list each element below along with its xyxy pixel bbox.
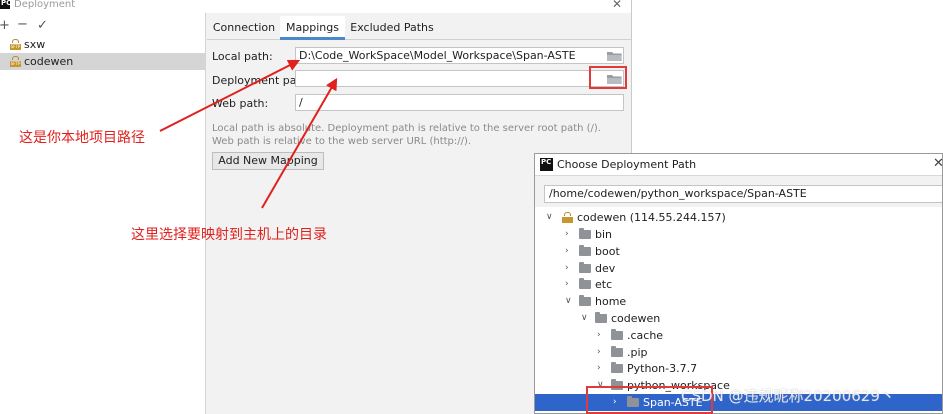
local-path-annotation: 这是你本地项目路径 <box>19 130 145 146</box>
arrow-to-local-path <box>159 59 301 132</box>
arrow-to-deployment-path <box>261 77 338 209</box>
deployment-path-annotation: 这里选择要映射到主机上的目录 <box>131 227 327 243</box>
csdn-watermark: CSDN @违规昵称20200629丶 <box>681 387 895 405</box>
screenshot-canvas: PC Deployment ✕ + − ✓ SFTP sxw SFTP code… <box>0 0 943 414</box>
annotation-arrows <box>159 59 338 209</box>
